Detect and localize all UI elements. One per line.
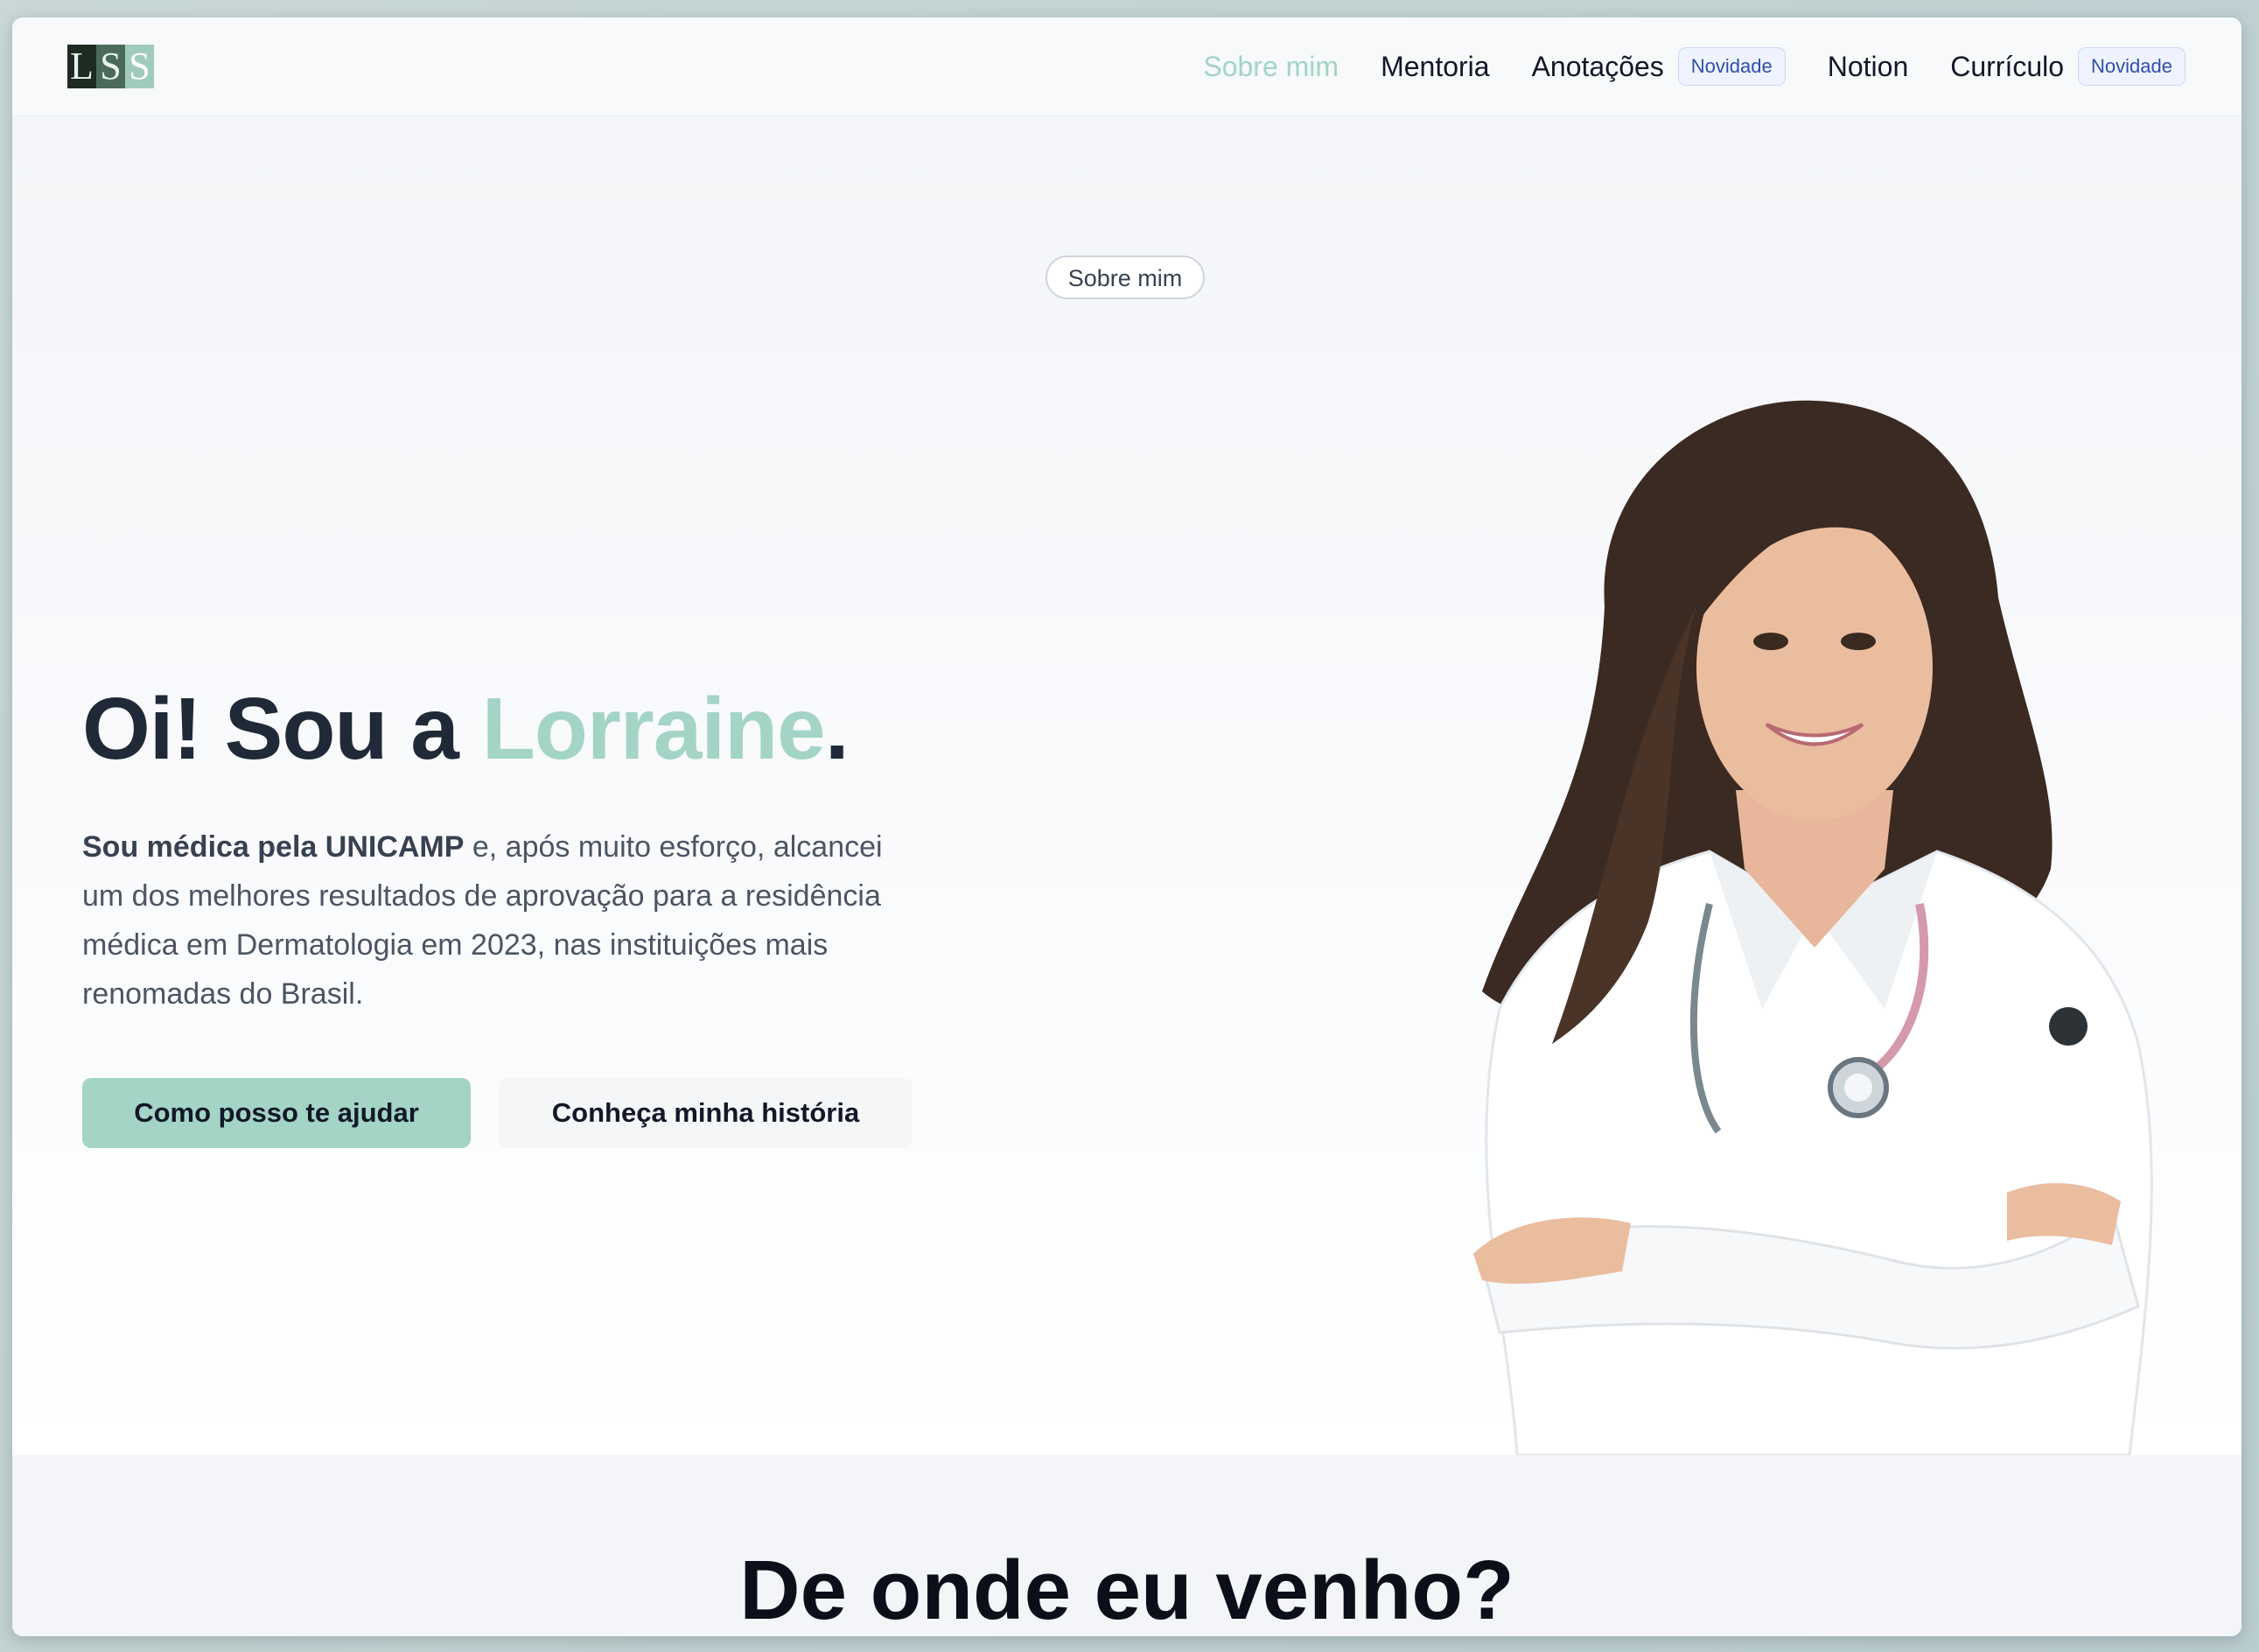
section-pill: Sobre mim xyxy=(1046,256,1205,299)
top-navbar: L S S Sobre mim Mentoria Anotações Novid… xyxy=(12,18,2242,116)
nav-item-mentoria[interactable]: Mentoria xyxy=(1381,51,1490,83)
intro-bold: Sou médica pela UNICAMP xyxy=(82,830,465,864)
story-button[interactable]: Conheça minha história xyxy=(499,1078,913,1148)
doctor-portrait-photo xyxy=(1473,400,2153,1455)
nav-item-label: Notion xyxy=(1827,50,1909,82)
nav-item-label: Sobre mim xyxy=(1203,50,1339,82)
logo-letter: S xyxy=(96,45,125,88)
new-badge: Novidade xyxy=(1677,47,1786,86)
hero-headline: Oi! Sou a Lorraine. xyxy=(82,676,850,781)
headline-prefix: Oi! Sou a xyxy=(82,680,482,778)
hero-intro: Sou médica pela UNICAMP e, após muito es… xyxy=(82,822,896,1018)
logo-letter: L xyxy=(67,45,96,88)
nav-item-notion[interactable]: Notion xyxy=(1828,51,1909,83)
headline-suffix: . xyxy=(824,680,850,778)
logo-letter: S xyxy=(125,45,154,88)
nav-item-sobre-mim[interactable]: Sobre mim xyxy=(1203,51,1339,83)
site-logo[interactable]: L S S xyxy=(67,45,154,88)
nav-links: Sobre mim Mentoria Anotações Novidade No… xyxy=(1161,42,2186,91)
help-button[interactable]: Como posso te ajudar xyxy=(82,1078,471,1148)
nav-item-anotacoes[interactable]: Anotações Novidade xyxy=(1532,47,1786,86)
nav-item-curriculo[interactable]: Currículo Novidade xyxy=(1950,47,2186,86)
headline-name: Lorraine xyxy=(481,680,826,778)
browser-window: L S S Sobre mim Mentoria Anotações Novid… xyxy=(12,18,2242,1636)
nav-item-label: Mentoria xyxy=(1381,50,1490,82)
nav-item-label: Anotações xyxy=(1531,50,1664,82)
origin-section: De onde eu venho? xyxy=(12,1455,2242,1636)
new-badge: Novidade xyxy=(2078,47,2186,86)
nav-item-label: Currículo xyxy=(1950,50,2065,82)
section-title: De onde eu venho? xyxy=(739,1544,1514,1636)
hero-section: Sobre mim Oi! Sou a Lorraine. Sou médica… xyxy=(12,116,2242,1455)
